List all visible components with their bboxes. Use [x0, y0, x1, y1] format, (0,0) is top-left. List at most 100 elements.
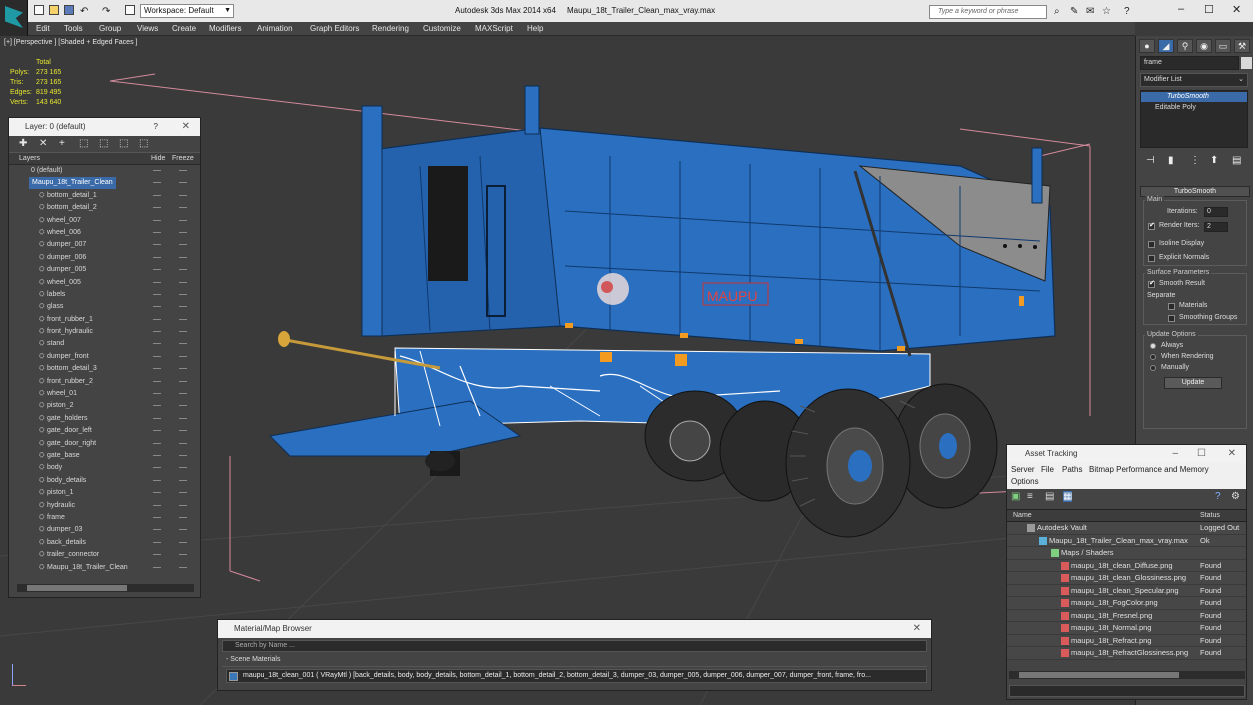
hide-all-icon[interactable]: ⬚: [119, 138, 128, 149]
object-row[interactable]: ⛭ front_rubber_1: [9, 314, 200, 326]
horizontal-scrollbar[interactable]: [17, 584, 194, 592]
update-button[interactable]: Update: [1164, 377, 1222, 389]
new-file-icon[interactable]: [34, 5, 44, 15]
menu-modifiers[interactable]: Modifiers: [209, 24, 241, 33]
object-row[interactable]: ⛭ front_rubber_2: [9, 376, 200, 388]
hide-toggle[interactable]: [153, 554, 161, 556]
iterations-spinner[interactable]: 0: [1204, 207, 1228, 217]
create-layer-icon[interactable]: ✚: [19, 138, 27, 149]
hide-toggle[interactable]: [153, 492, 161, 494]
binoculars-icon[interactable]: ⌕: [1054, 6, 1060, 17]
freeze-toggle[interactable]: [179, 516, 187, 518]
freeze-toggle[interactable]: [179, 343, 187, 345]
hide-toggle[interactable]: [153, 504, 161, 506]
menu-help[interactable]: Help: [527, 24, 543, 33]
scene-materials-section[interactable]: - Scene Materials: [222, 656, 927, 667]
menu-graph-editors[interactable]: Graph Editors: [310, 24, 359, 33]
subscription-icon[interactable]: ✎: [1070, 6, 1078, 17]
hide-toggle[interactable]: [153, 219, 161, 221]
hide-toggle[interactable]: [153, 170, 161, 171]
freeze-toggle[interactable]: [179, 219, 187, 221]
freeze-toggle[interactable]: [179, 306, 187, 308]
object-color-swatch[interactable]: [1241, 57, 1252, 69]
object-row[interactable]: ⛭ hydraulic: [9, 500, 200, 512]
hide-toggle[interactable]: [153, 417, 161, 419]
object-row[interactable]: ⛭ wheel_01: [9, 388, 200, 400]
open-file-icon[interactable]: [49, 5, 59, 15]
menu-options[interactable]: Options: [1011, 477, 1039, 486]
freeze-toggle[interactable]: [179, 467, 187, 469]
hide-toggle[interactable]: [153, 479, 161, 481]
hide-toggle[interactable]: [153, 368, 161, 370]
asset-row[interactable]: Autodesk VaultLogged Out ...: [1007, 522, 1246, 544]
display-tab-icon[interactable]: ▭: [1215, 39, 1231, 53]
freeze-toggle[interactable]: [179, 380, 187, 382]
hide-toggle[interactable]: [153, 281, 161, 283]
freeze-toggle[interactable]: [179, 281, 187, 283]
list-view-icon[interactable]: ≡: [1027, 491, 1033, 502]
freeze-toggle[interactable]: [179, 269, 187, 271]
object-row[interactable]: ⛭ bottom_detail_3: [9, 363, 200, 375]
object-row[interactable]: ⛭ stand: [9, 338, 200, 350]
isoline-display-checkbox[interactable]: [1148, 241, 1155, 248]
object-row[interactable]: ⛭ piston_2: [9, 400, 200, 412]
hide-toggle[interactable]: [153, 343, 161, 345]
freeze-toggle[interactable]: [179, 194, 187, 196]
horizontal-scrollbar[interactable]: [1009, 671, 1245, 679]
render-iters-spinner[interactable]: 2: [1204, 222, 1228, 232]
project-folder-icon[interactable]: [125, 5, 135, 15]
freeze-toggle[interactable]: [179, 541, 187, 543]
object-row[interactable]: ⛭ body_details: [9, 475, 200, 487]
always-radio[interactable]: [1150, 343, 1156, 349]
save-file-icon[interactable]: [64, 5, 74, 15]
freeze-toggle[interactable]: [179, 479, 187, 481]
menu-server[interactable]: Server: [1011, 465, 1035, 474]
asset-row[interactable]: maupu_18t_Fresnel.png Found: [1007, 609, 1246, 622]
settings-icon[interactable]: ⚙: [1231, 491, 1240, 502]
delete-layer-icon[interactable]: ✕: [39, 138, 47, 149]
explicit-normals-checkbox[interactable]: [1148, 255, 1155, 262]
materials-checkbox[interactable]: [1168, 303, 1175, 310]
hide-toggle[interactable]: [153, 318, 161, 320]
menu-create[interactable]: Create: [172, 24, 196, 33]
freeze-toggle[interactable]: [179, 504, 187, 506]
column-status[interactable]: Status: [1200, 512, 1220, 519]
hide-toggle[interactable]: [153, 355, 161, 357]
minimize-icon[interactable]: –: [1178, 3, 1184, 15]
freeze-toggle[interactable]: [179, 554, 187, 556]
object-row[interactable]: ⛭ Maupu_18t_Trailer_Clean: [9, 562, 200, 574]
object-row[interactable]: ⛭ gate_door_right: [9, 438, 200, 450]
menu-bitmap-performance[interactable]: Bitmap Performance and Memory: [1089, 465, 1209, 474]
freeze-toggle[interactable]: [179, 170, 187, 171]
asset-row[interactable]: maupu_18t_RefractGlossiness.png Found: [1007, 647, 1246, 660]
table-view-icon[interactable]: ▤: [1045, 491, 1054, 502]
app-logo[interactable]: [0, 0, 28, 36]
freeze-toggle[interactable]: [179, 207, 187, 209]
modifier-list-dropdown[interactable]: Modifier List ⌄: [1140, 73, 1248, 87]
asset-row[interactable]: maupu_18t_clean_Specular.png Found: [1007, 584, 1246, 597]
remove-modifier-icon[interactable]: ⬆: [1210, 155, 1218, 166]
stack-item-turbosmooth[interactable]: TurboSmooth: [1141, 92, 1247, 102]
freeze-toggle[interactable]: [179, 566, 187, 568]
help-icon[interactable]: ?: [1215, 491, 1221, 502]
hide-toggle[interactable]: [153, 516, 161, 518]
freeze-toggle[interactable]: [179, 331, 187, 333]
smoothing-groups-checkbox[interactable]: [1168, 315, 1175, 322]
grid-view-icon[interactable]: ▦: [1063, 491, 1073, 502]
asset-path-field[interactable]: [1009, 685, 1245, 697]
asset-row[interactable]: maupu_18t_FogColor.png Found: [1007, 597, 1246, 610]
menu-animation[interactable]: Animation: [257, 24, 293, 33]
communication-center-icon[interactable]: ✉: [1086, 6, 1094, 17]
maximize-icon[interactable]: ☐: [1204, 3, 1214, 16]
object-row[interactable]: ⛭ back_details: [9, 537, 200, 549]
asset-row[interactable]: maupu_18t_clean_Diffuse.png Found: [1007, 559, 1246, 572]
hide-toggle[interactable]: [153, 405, 161, 407]
object-row[interactable]: ⛭ dumper_03: [9, 524, 200, 536]
menu-views[interactable]: Views: [137, 24, 158, 33]
hide-toggle[interactable]: [153, 529, 161, 531]
object-row[interactable]: ⛭ labels: [9, 289, 200, 301]
hide-toggle[interactable]: [153, 442, 161, 444]
maximize-icon[interactable]: ☐: [1197, 445, 1206, 463]
hide-toggle[interactable]: [153, 194, 161, 196]
help-button[interactable]: ?: [154, 118, 158, 136]
